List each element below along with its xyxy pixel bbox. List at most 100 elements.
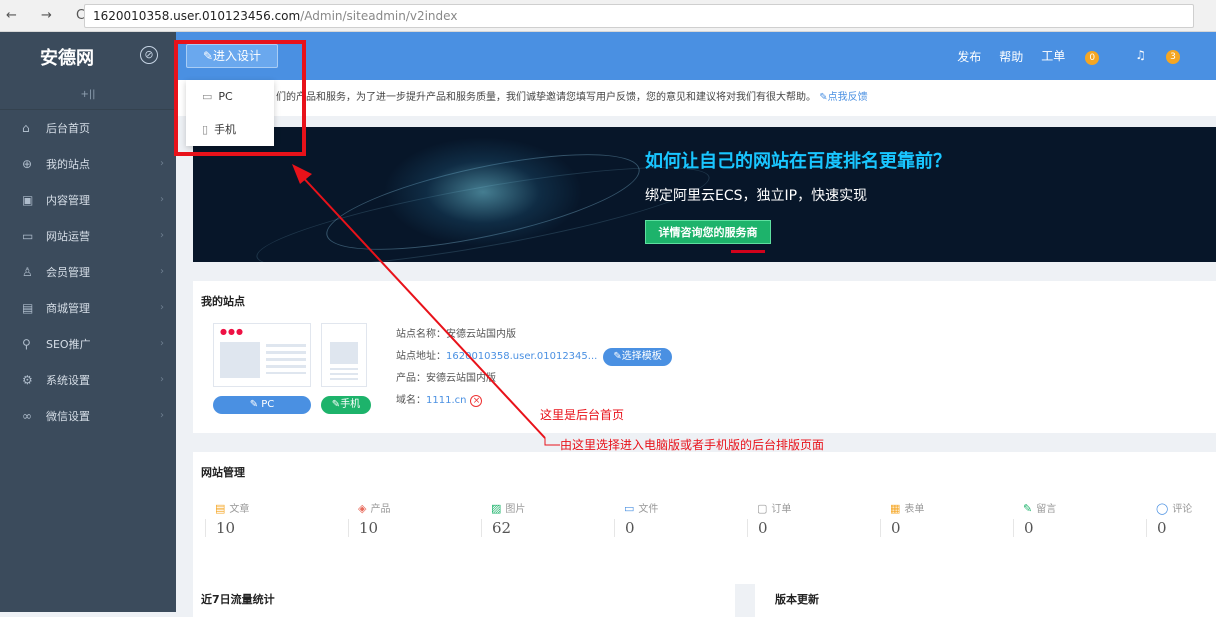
card-title: 近7日流量统计 (201, 593, 275, 606)
feedback-link[interactable]: ✎点我反馈 (819, 92, 867, 103)
stat-label: ▤ 文章 (205, 500, 315, 515)
notification-count-badge: 3 (1166, 50, 1180, 64)
remove-domain-icon[interactable]: × (470, 395, 483, 407)
traffic-stats-card: 近7日流量统计 (193, 577, 735, 617)
stat-products[interactable]: ◈ 产品 10 (348, 500, 458, 537)
card-title: 网站管理 (201, 466, 245, 479)
stat-value: 0 (1146, 519, 1216, 537)
stat-images[interactable]: ▨ 图片 62 (481, 500, 591, 537)
content-icon: ▣ (22, 193, 34, 207)
site-domain-link[interactable]: 1111.cn (426, 395, 466, 406)
sidebar-item-home[interactable]: ⌂ 后台首页 (0, 110, 176, 146)
choose-template-button[interactable]: ✎选择模板 (603, 348, 672, 366)
banner-cta-button[interactable]: 详情咨询您的服务商 (645, 220, 771, 244)
browser-nav-buttons[interactable]: ← → C (6, 8, 95, 23)
stat-label-text: 表单 (904, 504, 925, 515)
sidebar: +|| ⌂ 后台首页 ⊕ 我的站点 › ▣ 内容管理 › ▭ 网站运营 › ♙ 会员管理 › ▤ 商… (0, 80, 176, 612)
chevron-right-icon: › (160, 158, 164, 169)
annotation-home-note: 这里是后台首页 (540, 408, 625, 422)
pc-preview-thumbnail[interactable]: ●●● (213, 323, 311, 387)
choose-template-label: 选择模板 (621, 351, 662, 362)
banner-subline: 绑定阿里云ECS，独立IP，快速实现 (645, 188, 868, 204)
annotation-highlight-box (174, 40, 306, 156)
stat-value: 0 (880, 519, 990, 537)
version-updates-card: 版本更新 (755, 577, 1216, 617)
annotation-select-note: 由这里选择进入电脑版或者手机版的后台排版页面 (560, 438, 825, 452)
url-host: 1620010358.user.010123456.com (93, 9, 301, 23)
feedback-notice: 们的产品和服务，为了进一步提升产品和服务质量，我们诚挚邀请您填写用户反馈，您的意… (176, 80, 1216, 116)
pencil-icon: ✎ (819, 92, 828, 103)
search-icon: ⚲ (22, 337, 31, 351)
sidebar-item-label: 商城管理 (46, 302, 90, 315)
stat-label-text: 留言 (1036, 504, 1057, 515)
stat-messages[interactable]: ✎ 留言 0 (1013, 500, 1123, 537)
globe-graphic (383, 137, 583, 247)
site-management-card: 网站管理 ▤ 文章 10 ◈ 产品 10 ▨ 图片 62 ▭ 文件 0 ▢ 订单 0 ▦ 表单 0 ✎ 留… (193, 452, 1216, 584)
text-lines-placeholder (330, 368, 358, 382)
shop-icon: ▤ (22, 301, 34, 315)
stat-articles[interactable]: ▤ 文章 10 (205, 500, 315, 537)
publish-button[interactable]: 发布 (957, 48, 981, 65)
edit-pc-button[interactable]: ✎ PC (213, 396, 311, 414)
stat-label: ▢ 订单 (747, 500, 857, 515)
bell-icon: ♫ (1135, 48, 1146, 62)
chevron-right-icon: › (160, 374, 164, 385)
sidebar-item-my-sites[interactable]: ⊕ 我的站点 › (0, 146, 176, 182)
sidebar-collapse-toggle[interactable]: +|| (0, 80, 176, 110)
site-address-label: 站点地址： (396, 351, 446, 362)
ticket-button[interactable]: 工单 0 (1041, 47, 1117, 65)
site-product: 产品：安德云站国内版 (396, 373, 496, 384)
sidebar-item-settings[interactable]: ⚙ 系统设置 › (0, 362, 176, 398)
site-domain-label: 域名： (396, 395, 426, 406)
dashboard-icon[interactable]: ⊘ (140, 46, 158, 64)
sidebar-item-label: 内容管理 (46, 194, 90, 207)
stat-label-text: 图片 (505, 504, 526, 515)
site-domain-row: 域名：1111.cn × (396, 390, 672, 412)
notification-button[interactable]: ♫ 3 (1135, 48, 1198, 64)
promo-banner[interactable]: 如何让自己的网站在百度排名更靠前？ 绑定阿里云ECS，独立IP，快速实现 详情咨… (193, 127, 1216, 262)
stat-orders[interactable]: ▢ 订单 0 (747, 500, 857, 537)
edit-mobile-label: 手机 (340, 399, 361, 410)
sidebar-item-seo[interactable]: ⚲ SEO推广 › (0, 326, 176, 362)
article-icon: ▤ (215, 502, 226, 515)
mobile-preview-thumbnail[interactable] (321, 323, 367, 387)
stat-forms[interactable]: ▦ 表单 0 (880, 500, 990, 537)
top-actions: 发布 帮助 工单 0 ♫ 3 (957, 32, 1216, 80)
sidebar-item-label: SEO推广 (46, 338, 91, 351)
brand-area: 安德网 ⊘ (0, 32, 176, 80)
image-placeholder-icon (220, 342, 260, 378)
form-icon: ▦ (890, 502, 901, 515)
address-bar[interactable]: 1620010358.user.010123456.com/Admin/site… (84, 4, 1194, 28)
globe-icon: ⊕ (22, 157, 33, 171)
url-path: /Admin/siteadmin/v2index (300, 9, 458, 23)
monitor-icon: ▭ (22, 229, 34, 243)
sidebar-item-label: 后台首页 (46, 122, 90, 135)
notice-text: 们的产品和服务，为了进一步提升产品和服务质量，我们诚挚邀请您填写用户反馈，您的意… (276, 92, 816, 103)
chevron-right-icon: › (160, 302, 164, 313)
ticket-count-badge: 0 (1085, 51, 1100, 65)
sidebar-item-members[interactable]: ♙ 会员管理 › (0, 254, 176, 290)
stat-comments[interactable]: ◯ 评论 0 (1146, 500, 1216, 537)
help-button[interactable]: 帮助 (999, 48, 1023, 65)
stat-label: ▭ 文件 (614, 500, 724, 515)
chevron-right-icon: › (160, 338, 164, 349)
logo[interactable]: 安德网 (40, 44, 94, 70)
chevron-right-icon: › (160, 194, 164, 205)
site-address-link[interactable]: 1620010358.user.01012345... (446, 351, 597, 362)
edit-pc-label: PC (261, 399, 275, 410)
home-icon: ⌂ (22, 121, 30, 135)
stat-label: ▦ 表单 (880, 500, 990, 515)
cta-underline (731, 250, 765, 253)
edit-mobile-button[interactable]: ✎手机 (321, 396, 371, 414)
browser-toolbar: ← → C 1620010358.user.010123456.com/Admi… (0, 0, 1216, 32)
stat-label: ◈ 产品 (348, 500, 458, 515)
sidebar-item-label: 系统设置 (46, 374, 90, 387)
product-icon: ◈ (358, 502, 367, 515)
sidebar-item-wechat[interactable]: ∞ 微信设置 › (0, 398, 176, 434)
stat-files[interactable]: ▭ 文件 0 (614, 500, 724, 537)
sidebar-item-operations[interactable]: ▭ 网站运营 › (0, 218, 176, 254)
stat-label-text: 订单 (771, 504, 792, 515)
stat-label: ✎ 留言 (1013, 500, 1123, 515)
sidebar-item-content[interactable]: ▣ 内容管理 › (0, 182, 176, 218)
sidebar-item-shop[interactable]: ▤ 商城管理 › (0, 290, 176, 326)
